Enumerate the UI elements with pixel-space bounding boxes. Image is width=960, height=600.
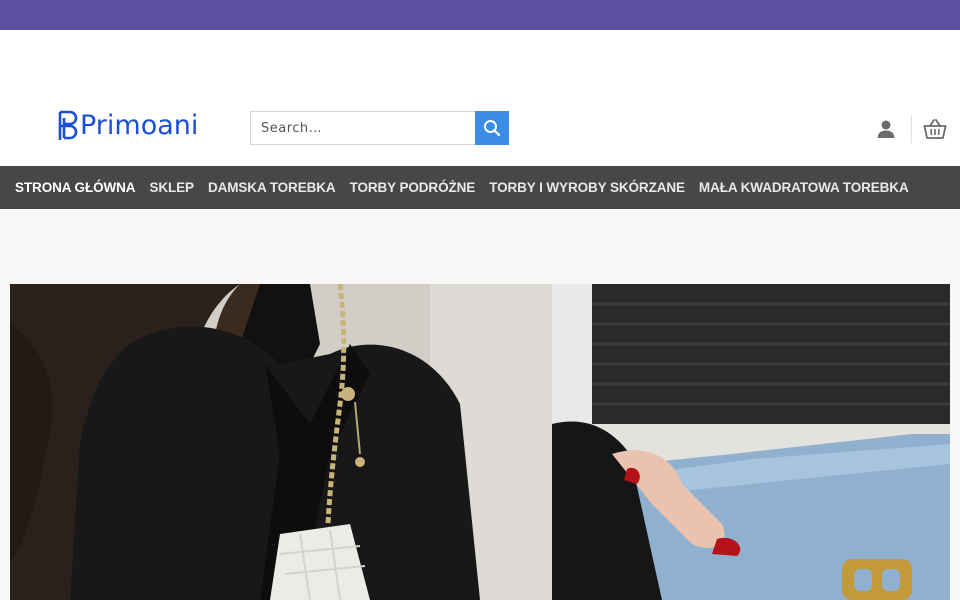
hero-photo-right	[552, 284, 950, 600]
site-logo[interactable]: Primoani	[58, 108, 198, 142]
hero-banner[interactable]	[10, 284, 950, 600]
search-button[interactable]	[475, 111, 509, 145]
nav-item-womens-handbag[interactable]: DAMSKA TOREBKA	[208, 180, 336, 195]
search-input[interactable]	[250, 111, 475, 145]
hero-photo-left	[10, 284, 552, 600]
nav-item-leather-goods[interactable]: TORBY I WYROBY SKÓRZANE	[489, 180, 685, 195]
search-form	[250, 111, 509, 145]
hero-image-blue-wallet	[552, 284, 950, 600]
search-icon	[484, 120, 501, 137]
main-nav: STRONA GŁÓWNA SKLEP DAMSKA TOREBKA TORBY…	[0, 166, 960, 209]
nav-item-travel-bags[interactable]: TORBY PODRÓŻNE	[350, 180, 476, 195]
hero-image-woman-with-bag	[10, 284, 552, 600]
basket-icon	[923, 119, 947, 139]
nav-item-small-square-bag[interactable]: MAŁA KWADRATOWA TOREBKA	[699, 180, 909, 195]
user-icon	[877, 120, 895, 138]
cart-button[interactable]	[920, 114, 950, 144]
top-bar	[0, 0, 960, 30]
nav-item-shop[interactable]: SKLEP	[149, 180, 194, 195]
logo-text: Primoani	[80, 109, 199, 141]
nav-item-home[interactable]: STRONA GŁÓWNA	[15, 180, 136, 195]
account-button[interactable]	[871, 114, 901, 144]
site-header: Primoani	[0, 30, 960, 166]
header-divider	[911, 115, 912, 143]
logo-mark-icon	[58, 110, 78, 140]
header-actions	[871, 114, 950, 144]
